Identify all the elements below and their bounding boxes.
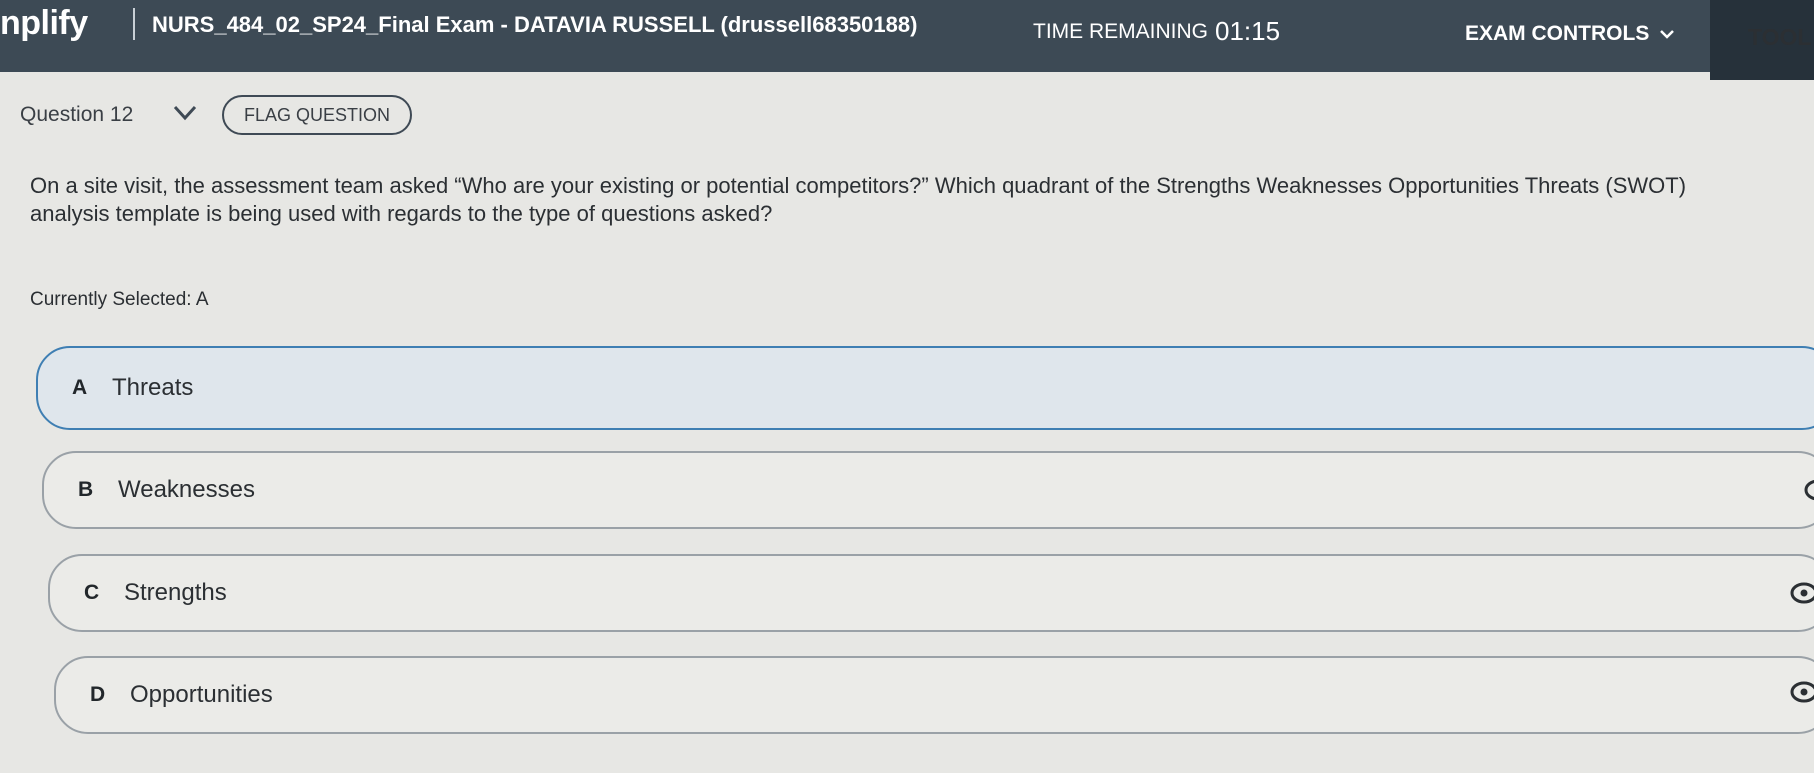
option-text: Weaknesses (118, 476, 255, 503)
option-letter: D (90, 683, 106, 706)
option-text: Threats (112, 374, 194, 401)
option-letter: B (78, 478, 94, 501)
chevron-down-icon (1660, 30, 1675, 39)
question-stem: On a site visit, the assessment team ask… (30, 172, 1800, 228)
time-remaining-label: TIME REMAINING (1033, 20, 1209, 43)
exam-controls-button[interactable]: EXAM CONTROLS (1465, 22, 1675, 46)
exam-title: NURS_484_02_SP24_Final Exam - DATAVIA RU… (152, 12, 918, 37)
brand-logo: nplify (0, 4, 88, 42)
time-remaining-value: 01:15 (1215, 16, 1281, 46)
currently-selected-label: Currently Selected: (30, 289, 192, 310)
eye-icon[interactable] (1786, 680, 1814, 704)
flag-question-button[interactable]: FLAG QUESTION (222, 95, 412, 135)
top-header: nplify NURS_484_02_SP24_Final Exam - DAT… (0, 0, 1814, 72)
question-stem-line: analysis template is being used with reg… (30, 201, 773, 226)
chevron-down-icon[interactable] (172, 104, 198, 122)
question-stem-line: On a site visit, the assessment team ask… (30, 173, 1687, 198)
option-text: Strengths (124, 579, 227, 606)
option-text: Opportunities (130, 681, 273, 708)
eye-icon[interactable] (1786, 581, 1814, 605)
currently-selected: Currently Selected: A (30, 289, 209, 311)
answer-option-b[interactable]: B Weaknesses (42, 451, 1814, 529)
answer-option-c[interactable]: C Strengths (48, 554, 1814, 632)
question-number: Question 12 (20, 103, 134, 126)
currently-selected-value: A (195, 289, 209, 310)
answer-option-d[interactable]: D Opportunities (54, 656, 1814, 734)
tools-button[interactable]: TOOL (1748, 24, 1811, 51)
header-divider (133, 8, 135, 40)
eye-icon[interactable] (1800, 478, 1814, 502)
answer-option-a[interactable]: A Threats (36, 346, 1814, 430)
exam-controls-label: EXAM CONTROLS (1465, 22, 1650, 45)
option-letter: C (84, 581, 100, 604)
option-letter: A (72, 376, 88, 399)
